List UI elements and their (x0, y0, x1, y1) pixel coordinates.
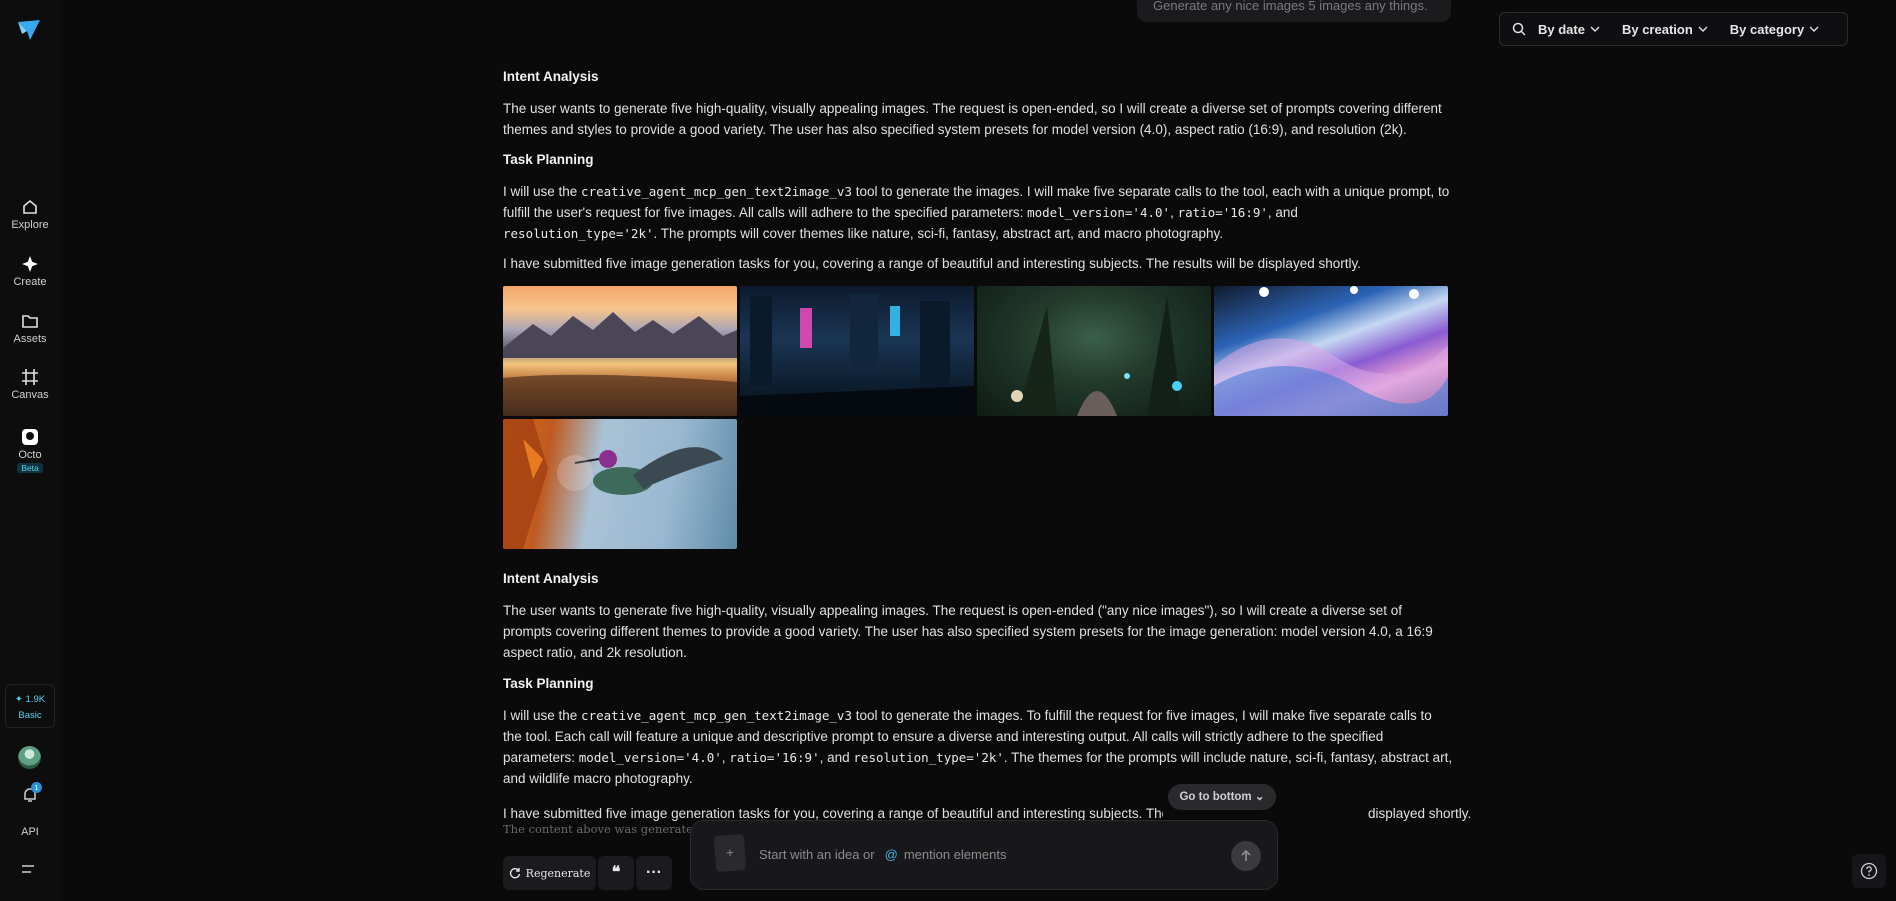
sidebar-item-label: Canvas (11, 389, 49, 401)
menu-icon[interactable] (22, 864, 36, 874)
beta-badge: Beta (17, 463, 43, 473)
more-options-button[interactable]: ··· (636, 856, 672, 890)
message-composer[interactable]: + Start with an idea or @ mention elements (690, 820, 1278, 890)
attach-button[interactable]: + (713, 833, 747, 873)
frame-icon (22, 369, 38, 385)
intent-text: The user wants to generate five high-qua… (503, 101, 1442, 137)
filter-by-category[interactable]: By category (1730, 22, 1819, 37)
regenerate-button[interactable]: Regenerate (503, 856, 596, 890)
generated-image-abstract-fluid[interactable] (1214, 286, 1448, 416)
planning-text: I will use the creative_agent_mcp_gen_te… (503, 184, 1450, 241)
section-heading: Intent Analysis (503, 69, 599, 84)
sidebar-item-label: Explore (11, 219, 49, 231)
api-link[interactable]: API (0, 826, 60, 838)
refresh-icon (509, 868, 520, 879)
section-heading: Task Planning (503, 152, 594, 167)
section-heading: Intent Analysis (503, 571, 599, 586)
filter-bar: By date By creation By category (1499, 12, 1848, 46)
sidebar: Explore Create Assets Canvas Octo Beta ✦… (0, 0, 60, 901)
intent-text: The user wants to generate five high-qua… (503, 603, 1433, 660)
home-icon (23, 199, 37, 214)
plan-label: Basic (18, 710, 42, 721)
app-logo-icon[interactable] (16, 18, 42, 44)
octo-icon (22, 429, 38, 445)
generated-image-enchanted-forest[interactable] (977, 286, 1211, 416)
tool-name: creative_agent_mcp_gen_text2image_v3 (581, 184, 852, 199)
user-prompt-bubble: Generate any nice images 5 images any th… (1137, 0, 1451, 22)
avatar[interactable] (18, 746, 41, 769)
planning-text: I will use the creative_agent_mcp_gen_te… (503, 708, 1453, 786)
sidebar-item-label: Create (13, 276, 47, 288)
arrow-up-icon (1241, 849, 1251, 861)
help-icon (1860, 862, 1878, 880)
at-mention-icon: @ (884, 847, 898, 862)
sidebar-item-octo[interactable]: Octo Beta (0, 428, 60, 474)
sidebar-item-create[interactable]: Create (0, 255, 60, 288)
filter-by-date[interactable]: By date (1538, 22, 1600, 37)
ellipsis-icon: ··· (646, 864, 662, 881)
generated-image-mountain-lake[interactable] (503, 286, 737, 416)
credits-amount: ✦ 1.9K (14, 694, 46, 705)
chevron-down-icon (1698, 26, 1708, 32)
sidebar-item-canvas[interactable]: Canvas (0, 368, 60, 401)
notification-badge: 1 (31, 782, 42, 793)
filter-by-creation[interactable]: By creation (1622, 22, 1708, 37)
folder-icon (22, 315, 38, 328)
search-icon (1512, 22, 1526, 36)
plus-icon: + (725, 844, 735, 861)
sidebar-item-label: Octo (18, 449, 42, 461)
generated-image-cyberpunk-city[interactable] (740, 286, 974, 416)
quote-button[interactable]: ❝ (598, 856, 634, 890)
quote-icon: ❝ (611, 864, 621, 881)
composer-input[interactable]: Start with an idea or @ mention elements (759, 847, 1006, 862)
sparkle-icon (22, 256, 38, 272)
sidebar-item-label: Assets (13, 333, 47, 345)
go-to-bottom-button[interactable]: Go to bottom ⌄ (1168, 784, 1276, 810)
tool-name: creative_agent_mcp_gen_text2image_v3 (581, 708, 852, 723)
result-text: I have submitted five image generation t… (503, 256, 1361, 271)
chevron-down-icon (1809, 26, 1819, 32)
send-button[interactable] (1231, 841, 1261, 871)
help-button[interactable] (1852, 854, 1886, 888)
sidebar-item-explore[interactable]: Explore (0, 198, 60, 231)
chevron-down-icon (1590, 26, 1600, 32)
search-button[interactable] (1500, 22, 1538, 36)
generated-image-hummingbird[interactable] (503, 419, 737, 549)
sidebar-item-assets[interactable]: Assets (0, 312, 60, 345)
image-gallery (503, 286, 1453, 552)
credits-widget[interactable]: ✦ 1.9K Basic (5, 684, 55, 728)
section-heading: Task Planning (503, 676, 594, 691)
result-text-partial-end: displayed shortly. (1368, 806, 1472, 821)
generated-by-note: The content above was generated by (503, 822, 718, 836)
